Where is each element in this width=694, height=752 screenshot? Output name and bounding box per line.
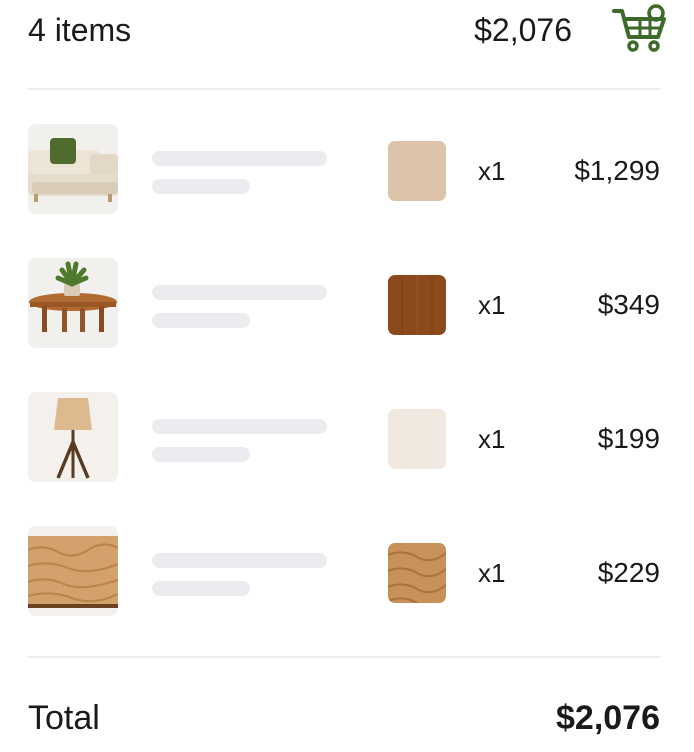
color-swatch[interactable] (388, 141, 446, 201)
header-total: $2,076 (474, 11, 572, 48)
color-swatch[interactable] (388, 409, 446, 469)
cart-item-row[interactable]: x1 $349 (0, 258, 694, 392)
sofa-thumbnail (28, 124, 118, 214)
item-quantity: x1 (478, 156, 506, 186)
coffee-table-thumbnail (28, 258, 118, 348)
item-detail-placeholder (152, 179, 250, 194)
item-price: $1,299 (574, 155, 660, 186)
item-quantity: x1 (478, 558, 506, 588)
item-detail-placeholder (152, 447, 250, 462)
item-detail-placeholder (152, 313, 250, 328)
item-name-placeholder (152, 419, 327, 434)
item-name-placeholder (152, 151, 327, 166)
cart-item-row[interactable]: x1 $1,299 (0, 124, 694, 258)
header-divider (28, 88, 660, 90)
cart-item-row[interactable]: x1 $199 (0, 392, 694, 526)
rug-thumbnail (28, 526, 118, 616)
item-detail-placeholder (152, 581, 250, 596)
total-value: $2,076 (556, 698, 660, 737)
item-name-placeholder (152, 553, 327, 568)
color-swatch[interactable] (388, 275, 446, 335)
cart-footer: Total $2,076 (28, 688, 660, 748)
footer-divider (28, 656, 660, 658)
item-price: $349 (597, 289, 660, 320)
cart-item-row[interactable]: x1 $229 (0, 526, 694, 660)
item-price: $229 (597, 557, 660, 588)
total-label: Total (28, 698, 100, 737)
cart-header: 4 items $2,076 (28, 0, 666, 62)
item-count: 4 items (28, 11, 132, 48)
item-quantity: x1 (478, 290, 506, 320)
item-quantity: x1 (478, 424, 506, 454)
item-price: $199 (597, 423, 660, 454)
cart-item-list: x1 $1,299 x1 $349 x1 $199 x1 $229 (0, 124, 694, 660)
color-swatch[interactable] (388, 543, 446, 603)
shopping-cart-icon[interactable] (610, 0, 670, 59)
floor-lamp-thumbnail (28, 392, 118, 482)
item-name-placeholder (152, 285, 327, 300)
